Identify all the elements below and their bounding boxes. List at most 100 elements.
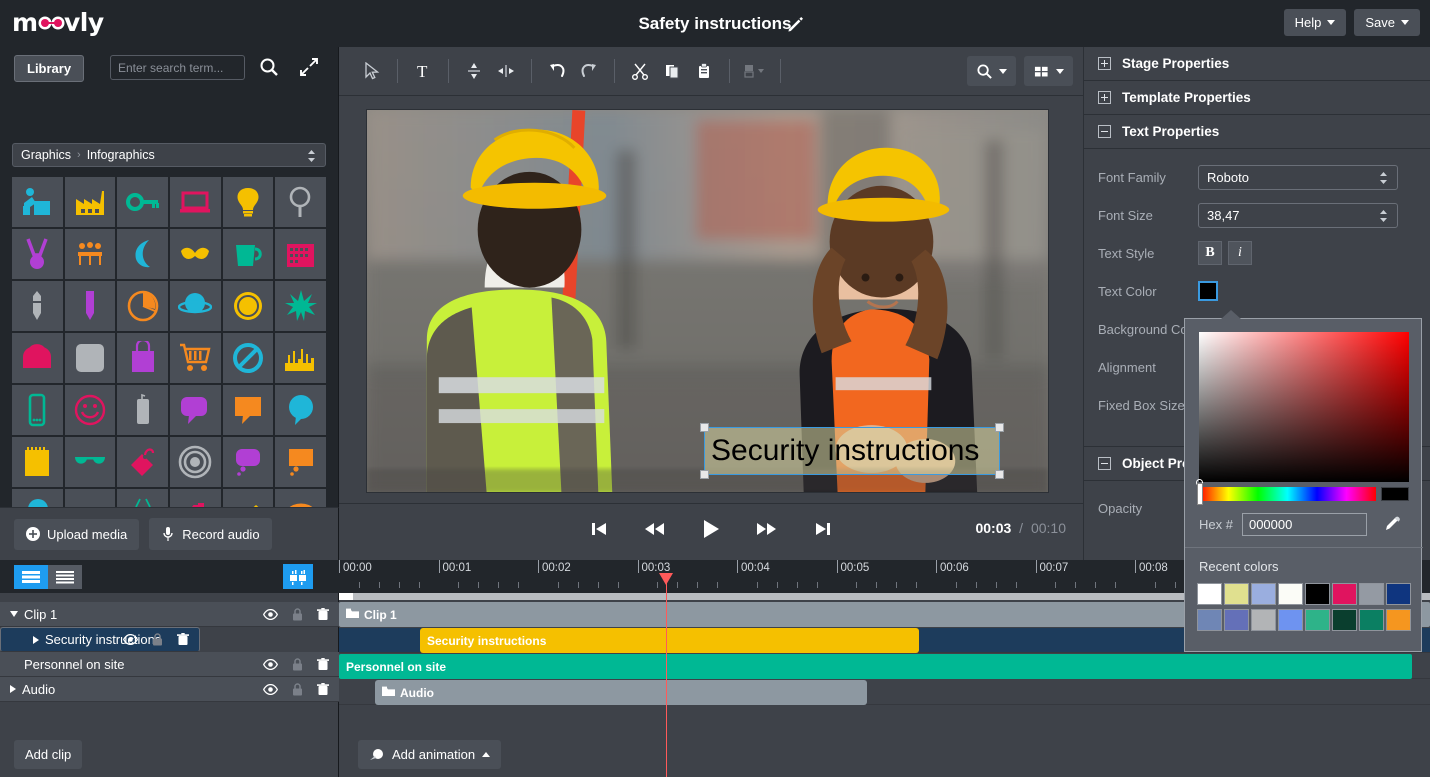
library-item-shopping-bag[interactable] (117, 333, 168, 383)
font-family-select[interactable]: Roboto (1198, 165, 1398, 190)
recent-color-swatch[interactable] (1386, 583, 1411, 605)
track-row-personnel-on-site[interactable]: Personnel on site (0, 652, 339, 677)
library-item-notepad[interactable] (12, 437, 63, 487)
library-item-pencil[interactable] (65, 281, 116, 331)
library-item-speech-round[interactable] (275, 385, 326, 435)
library-item-person-at-desk[interactable] (12, 177, 63, 227)
library-item-mug[interactable] (223, 229, 274, 279)
arrange-icon[interactable] (740, 56, 770, 86)
library-item-factory[interactable] (65, 177, 116, 227)
resize-handle-bl[interactable] (700, 470, 709, 479)
eye-icon[interactable] (263, 659, 278, 670)
recent-color-swatch[interactable] (1332, 609, 1357, 631)
align-vertical-icon[interactable] (459, 56, 489, 86)
record-audio-button[interactable]: Record audio (149, 518, 271, 550)
hue-thumb[interactable] (1197, 483, 1203, 505)
eye-icon[interactable] (123, 634, 138, 645)
eye-icon[interactable] (263, 609, 278, 620)
add-clip-button[interactable]: Add clip (14, 740, 82, 769)
lock-icon[interactable] (152, 633, 163, 646)
library-item-coin[interactable] (223, 281, 274, 331)
library-tab[interactable]: Library (14, 55, 84, 82)
library-item-office-building[interactable] (275, 229, 326, 279)
recent-color-swatch[interactable] (1224, 609, 1249, 631)
library-item-speech-bubble[interactable] (170, 385, 221, 435)
list-view-icon[interactable] (14, 565, 48, 589)
library-item-thought-square[interactable] (275, 437, 326, 487)
zoom-dropdown-button[interactable] (967, 56, 1016, 86)
stage-text-object[interactable]: Security instructions (704, 427, 1000, 475)
scrollbar-thumb[interactable] (339, 593, 353, 600)
save-button[interactable]: Save (1354, 9, 1420, 36)
timeline-bar-personnel-on-site[interactable]: Personnel on site (339, 654, 1412, 679)
recent-color-swatch[interactable] (1224, 583, 1249, 605)
library-item-planet[interactable] (170, 281, 221, 331)
app-logo[interactable]: m vly (12, 8, 122, 38)
lock-icon[interactable] (292, 608, 303, 621)
recent-color-swatch[interactable] (1359, 583, 1384, 605)
playhead[interactable] (666, 573, 667, 777)
library-item-smiley[interactable] (65, 385, 116, 435)
skip-end-icon[interactable] (810, 516, 836, 542)
library-item-shopping-cart[interactable] (170, 333, 221, 383)
project-title-text[interactable]: Safety instructions (638, 14, 791, 33)
library-item-no-entry[interactable] (223, 333, 274, 383)
disclosure-triangle-icon[interactable] (10, 611, 18, 617)
library-item-soda-can[interactable] (117, 385, 168, 435)
library-item-magnifier[interactable] (275, 177, 326, 227)
select-arrow-icon[interactable] (357, 56, 387, 86)
recent-color-swatch[interactable] (1278, 609, 1303, 631)
recent-color-swatch[interactable] (1197, 583, 1222, 605)
grid-dropdown-button[interactable] (1024, 56, 1073, 86)
redo-icon[interactable] (574, 56, 604, 86)
library-item-sunglasses[interactable] (65, 437, 116, 487)
library-item-star-burst[interactable] (275, 281, 326, 331)
recent-color-swatch[interactable] (1278, 583, 1303, 605)
recent-color-swatch[interactable] (1251, 583, 1276, 605)
paste-icon[interactable] (689, 56, 719, 86)
library-item-pie-chart[interactable] (117, 281, 168, 331)
fast-forward-icon[interactable] (754, 516, 780, 542)
cut-icon[interactable] (625, 56, 655, 86)
split-view-icon[interactable] (283, 564, 313, 589)
recent-color-swatch[interactable] (1305, 609, 1330, 631)
search-input[interactable] (110, 55, 245, 80)
recent-color-swatch[interactable] (1197, 609, 1222, 631)
library-item-key[interactable] (117, 177, 168, 227)
recent-color-swatch[interactable] (1386, 609, 1411, 631)
track-row-clip-1[interactable]: Clip 1 (0, 602, 339, 627)
section-stage-properties[interactable]: Stage Properties (1084, 47, 1430, 81)
timeline-track-personnel[interactable]: Personnel on site (339, 654, 1430, 679)
rewind-icon[interactable] (642, 516, 668, 542)
upload-media-button[interactable]: Upload media (14, 519, 139, 550)
breadcrumb[interactable]: Graphics › Infographics (12, 143, 326, 167)
disclosure-triangle-icon[interactable] (33, 636, 39, 644)
bold-button[interactable]: B (1198, 241, 1222, 265)
saturation-value-area[interactable] (1199, 332, 1409, 482)
library-item-rounded-square[interactable] (65, 333, 116, 383)
timeline-track-audio[interactable]: Audio (339, 680, 1430, 705)
pencil-icon[interactable] (786, 14, 805, 33)
resize-handle-tr[interactable] (995, 423, 1004, 432)
library-item-laptop[interactable] (170, 177, 221, 227)
skip-start-icon[interactable] (586, 516, 612, 542)
library-item-moon[interactable] (117, 229, 168, 279)
resize-handle-br[interactable] (995, 470, 1004, 479)
library-item-target-rings[interactable] (170, 437, 221, 487)
hue-slider[interactable] (1199, 487, 1376, 501)
library-item-lightbulb[interactable] (223, 177, 274, 227)
lock-icon[interactable] (292, 658, 303, 671)
playhead-handle[interactable] (659, 573, 673, 585)
disclosure-triangle-icon[interactable] (10, 685, 16, 693)
font-size-input[interactable]: 38,47 (1198, 203, 1398, 228)
expand-icon[interactable] (299, 57, 319, 80)
italic-button[interactable]: i (1228, 241, 1252, 265)
undo-icon[interactable] (542, 56, 572, 86)
text-color-swatch[interactable] (1198, 281, 1218, 301)
add-animation-button[interactable]: Add animation (358, 740, 501, 769)
compact-view-icon[interactable] (48, 565, 82, 589)
track-row-security-instructions[interactable]: Security instructions (0, 627, 200, 652)
library-item-purse[interactable] (12, 333, 63, 383)
library-item-city-skyline[interactable] (275, 333, 326, 383)
copy-icon[interactable] (657, 56, 687, 86)
